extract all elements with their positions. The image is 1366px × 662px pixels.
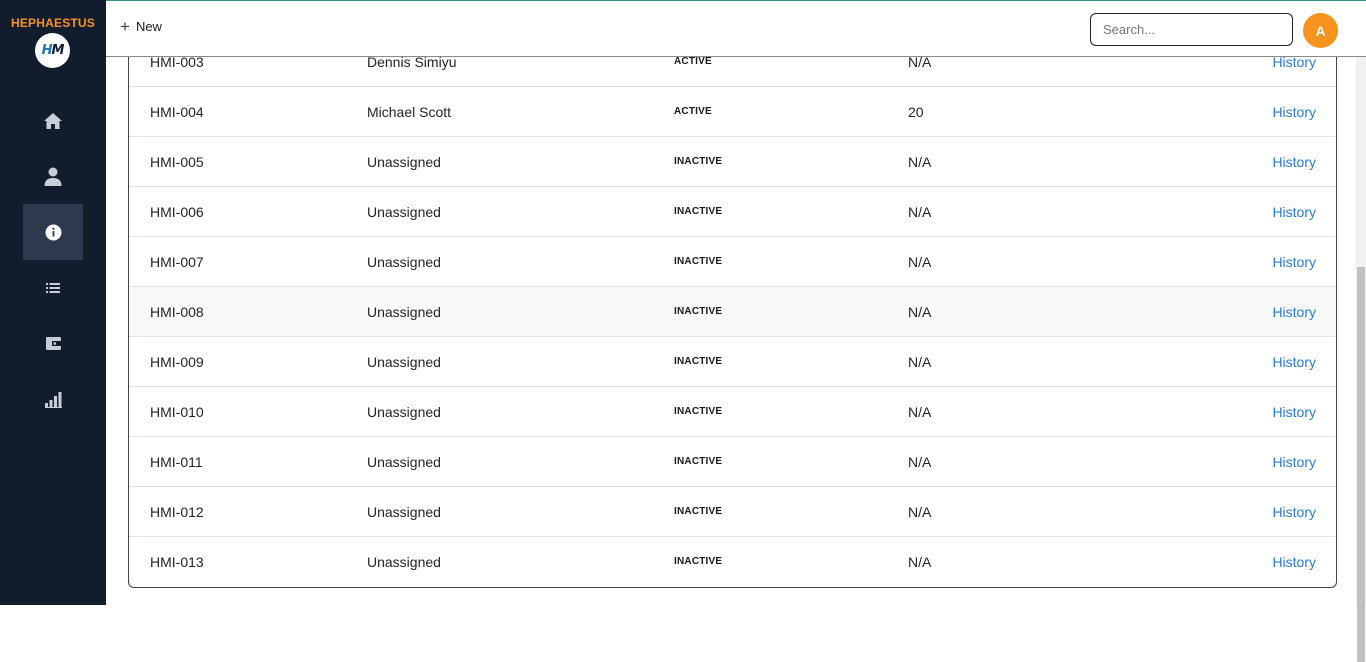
status-badge: INACTIVE [674,256,723,267]
device-id: HMI-003 [150,57,204,70]
history-link[interactable]: History [1272,57,1316,87]
assigned-user: Michael Scott [367,104,452,120]
device-value: N/A [908,454,932,470]
plus-icon: + [120,17,130,36]
search-input[interactable] [1090,13,1293,46]
assigned-user: Unassigned [367,404,441,420]
table-row: HMI-009 Unassigned INACTIVE N/A History [129,337,1336,387]
history-link[interactable]: History [1272,537,1316,587]
status-badge: INACTIVE [674,156,723,167]
history-link[interactable]: History [1272,237,1316,287]
sidebar-item-info[interactable] [23,204,83,260]
history-link[interactable]: History [1272,87,1316,137]
status-badge: INACTIVE [674,406,723,417]
top-bar: + New A [106,0,1366,57]
assigned-user: Unassigned [367,504,441,520]
new-button[interactable]: + New [120,18,162,35]
status-badge: ACTIVE [674,106,712,117]
device-value: N/A [908,554,932,570]
device-id: HMI-006 [150,204,204,220]
scrollbar-thumb[interactable] [1357,267,1365,662]
list-icon [46,283,60,293]
sidebar-item-wallet[interactable] [23,315,83,371]
user-icon [44,167,62,186]
status-badge: ACTIVE [674,57,712,67]
assigned-user: Unassigned [367,354,441,370]
sidebar: HEPHAESTUS HM [0,0,106,605]
device-id: HMI-013 [150,554,204,570]
sidebar-item-reports[interactable] [23,371,83,427]
app-logo[interactable]: HM [35,33,70,68]
new-button-label: New [135,19,162,34]
info-icon [45,224,62,241]
device-id: HMI-012 [150,504,204,520]
status-badge: INACTIVE [674,206,723,217]
status-badge: INACTIVE [674,356,723,367]
scrollbar-track[interactable] [1356,57,1366,662]
brand-name: HEPHAESTUS [10,16,95,30]
assigned-user: Unassigned [367,454,441,470]
home-icon [43,112,63,130]
assigned-user: Unassigned [367,304,441,320]
status-badge: INACTIVE [674,506,723,517]
device-id: HMI-009 [150,354,204,370]
device-value: N/A [908,304,932,320]
device-value: N/A [908,154,932,170]
table-row: HMI-008 Unassigned INACTIVE N/A History [129,287,1336,337]
device-id: HMI-010 [150,404,204,420]
history-link[interactable]: History [1272,187,1316,237]
history-link[interactable]: History [1272,337,1316,387]
device-value: N/A [908,254,932,270]
device-value: N/A [908,504,932,520]
assigned-user: Unassigned [367,154,441,170]
status-badge: INACTIVE [674,306,723,317]
device-value: N/A [908,354,932,370]
table-row: HMI-006 Unassigned INACTIVE N/A History [129,187,1336,237]
status-badge: INACTIVE [674,456,723,467]
device-value: N/A [908,404,932,420]
sidebar-item-list[interactable] [23,260,83,316]
table-row: HMI-012 Unassigned INACTIVE N/A History [129,487,1336,537]
device-id: HMI-005 [150,154,204,170]
assigned-user: Unassigned [367,554,441,570]
table-row: HMI-007 Unassigned INACTIVE N/A History [129,237,1336,287]
device-value: N/A [908,57,932,70]
main-content: HMI-003 Dennis Simiyu ACTIVE N/A History HMI-… [106,57,1356,605]
history-link[interactable]: History [1272,487,1316,537]
history-link[interactable]: History [1272,137,1316,187]
history-link[interactable]: History [1272,287,1316,337]
device-value: 20 [908,104,924,120]
status-badge: INACTIVE [674,556,723,567]
device-id: HMI-004 [150,104,204,120]
table-row: HMI-011 Unassigned INACTIVE N/A History [129,437,1336,487]
device-id: HMI-007 [150,254,204,270]
logo-mark: HM [41,43,65,58]
avatar[interactable]: A [1303,13,1338,48]
table-row: HMI-004 Michael Scott ACTIVE 20 History [129,87,1336,137]
device-id: HMI-008 [150,304,204,320]
table-row: HMI-013 Unassigned INACTIVE N/A History [129,537,1336,587]
history-link[interactable]: History [1272,437,1316,487]
device-table: HMI-003 Dennis Simiyu ACTIVE N/A History HMI-… [128,57,1337,588]
assigned-user: Unassigned [367,254,441,270]
device-id: HMI-011 [150,454,203,470]
assigned-user: Unassigned [367,204,441,220]
table-row: HMI-005 Unassigned INACTIVE N/A History [129,137,1336,187]
table-row: HMI-010 Unassigned INACTIVE N/A History [129,387,1336,437]
sidebar-item-home[interactable] [23,93,83,149]
table-row: HMI-003 Dennis Simiyu ACTIVE N/A History [129,57,1336,87]
device-value: N/A [908,204,932,220]
wallet-icon [45,336,61,350]
assigned-user: Dennis Simiyu [367,57,457,70]
bar-chart-icon [44,391,62,408]
history-link[interactable]: History [1272,387,1316,437]
sidebar-item-users[interactable] [23,148,83,204]
